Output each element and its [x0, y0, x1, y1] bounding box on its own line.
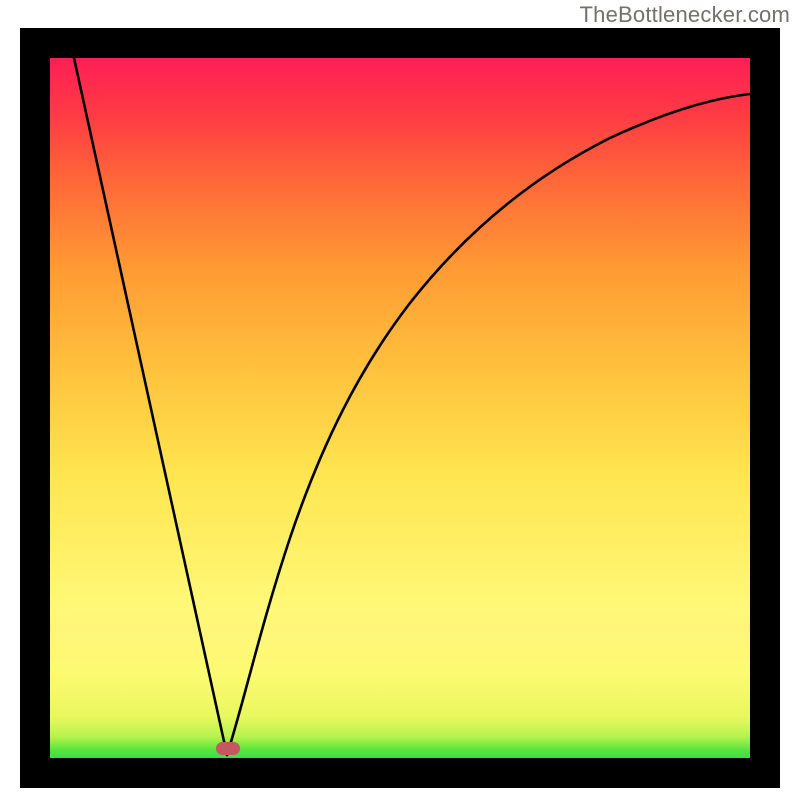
curve-left-limb — [74, 58, 227, 755]
chart-root: TheBottlenecker.com — [0, 0, 800, 800]
plot-area — [50, 58, 750, 758]
curve-path — [50, 58, 750, 758]
chart-frame — [20, 28, 780, 788]
curve-right-limb — [227, 94, 750, 755]
attribution-text: TheBottlenecker.com — [580, 2, 790, 28]
min-marker — [216, 742, 240, 755]
